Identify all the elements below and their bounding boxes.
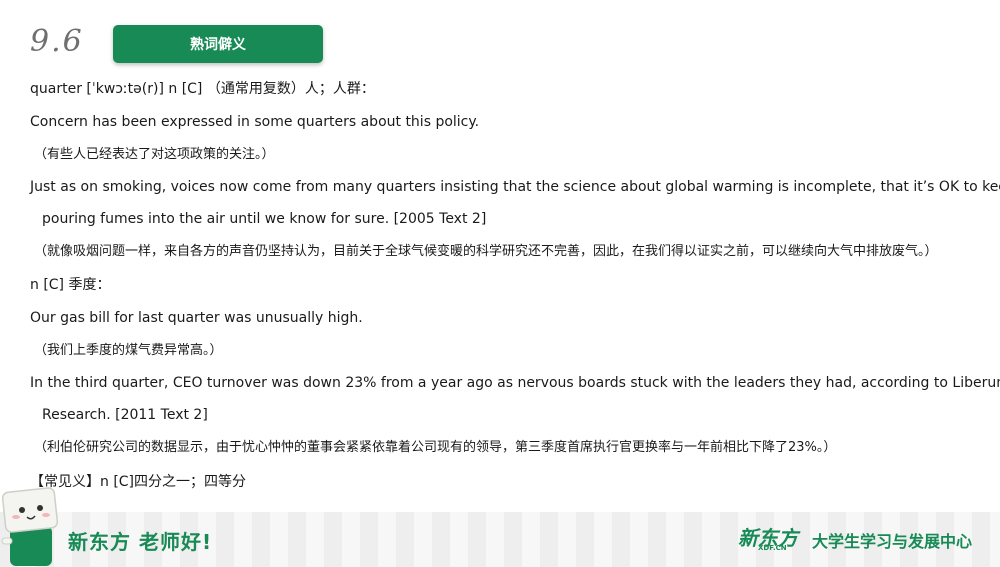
example-2-english-line2: pouring fumes into the air until we know… xyxy=(42,211,487,227)
footer-bar: 新东方 老师好! 新东方 XDF.CN 大学生学习与发展中心 xyxy=(0,512,1000,567)
entry-definition-1: quarter [ˈkwɔːtə(r)] n [C] （通常用复数）人；人群： xyxy=(30,81,375,97)
footer-center-name: 大学生学习与发展中心 xyxy=(812,532,973,551)
date-label: 9.6 xyxy=(30,24,84,59)
example-1-chinese: （有些人已经表达了对这项政策的关注。） xyxy=(34,147,275,162)
brand-logo-domain: XDF.CN xyxy=(758,544,787,552)
example-4-english-line1: In the third quarter, CEO turnover was d… xyxy=(30,375,1000,391)
example-2-chinese: （就像吸烟问题一样，来自各方的声音仍坚持认为，目前关于全球气候变暖的科学研究还不… xyxy=(34,244,938,259)
footer-slogan: 新东方 老师好! xyxy=(68,530,213,554)
example-2-english-line1: Just as on smoking, voices now come from… xyxy=(30,179,1000,195)
example-4-chinese: （利伯伦研究公司的数据显示，由于忧心忡忡的董事会紧紧依靠着公司现有的领导，第三季… xyxy=(34,440,837,455)
example-3-chinese: （我们上季度的煤气费异常高。） xyxy=(34,343,223,358)
example-3-english: Our gas bill for last quarter was unusua… xyxy=(30,310,363,326)
example-4-english-line2: Research. [2011 Text 2] xyxy=(42,407,208,423)
mascot-icon xyxy=(1,487,59,566)
section-badge: 熟词僻义 xyxy=(113,25,323,63)
example-1-english: Concern has been expressed in some quart… xyxy=(30,114,480,130)
entry-definition-2: n [C] 季度： xyxy=(30,277,111,293)
